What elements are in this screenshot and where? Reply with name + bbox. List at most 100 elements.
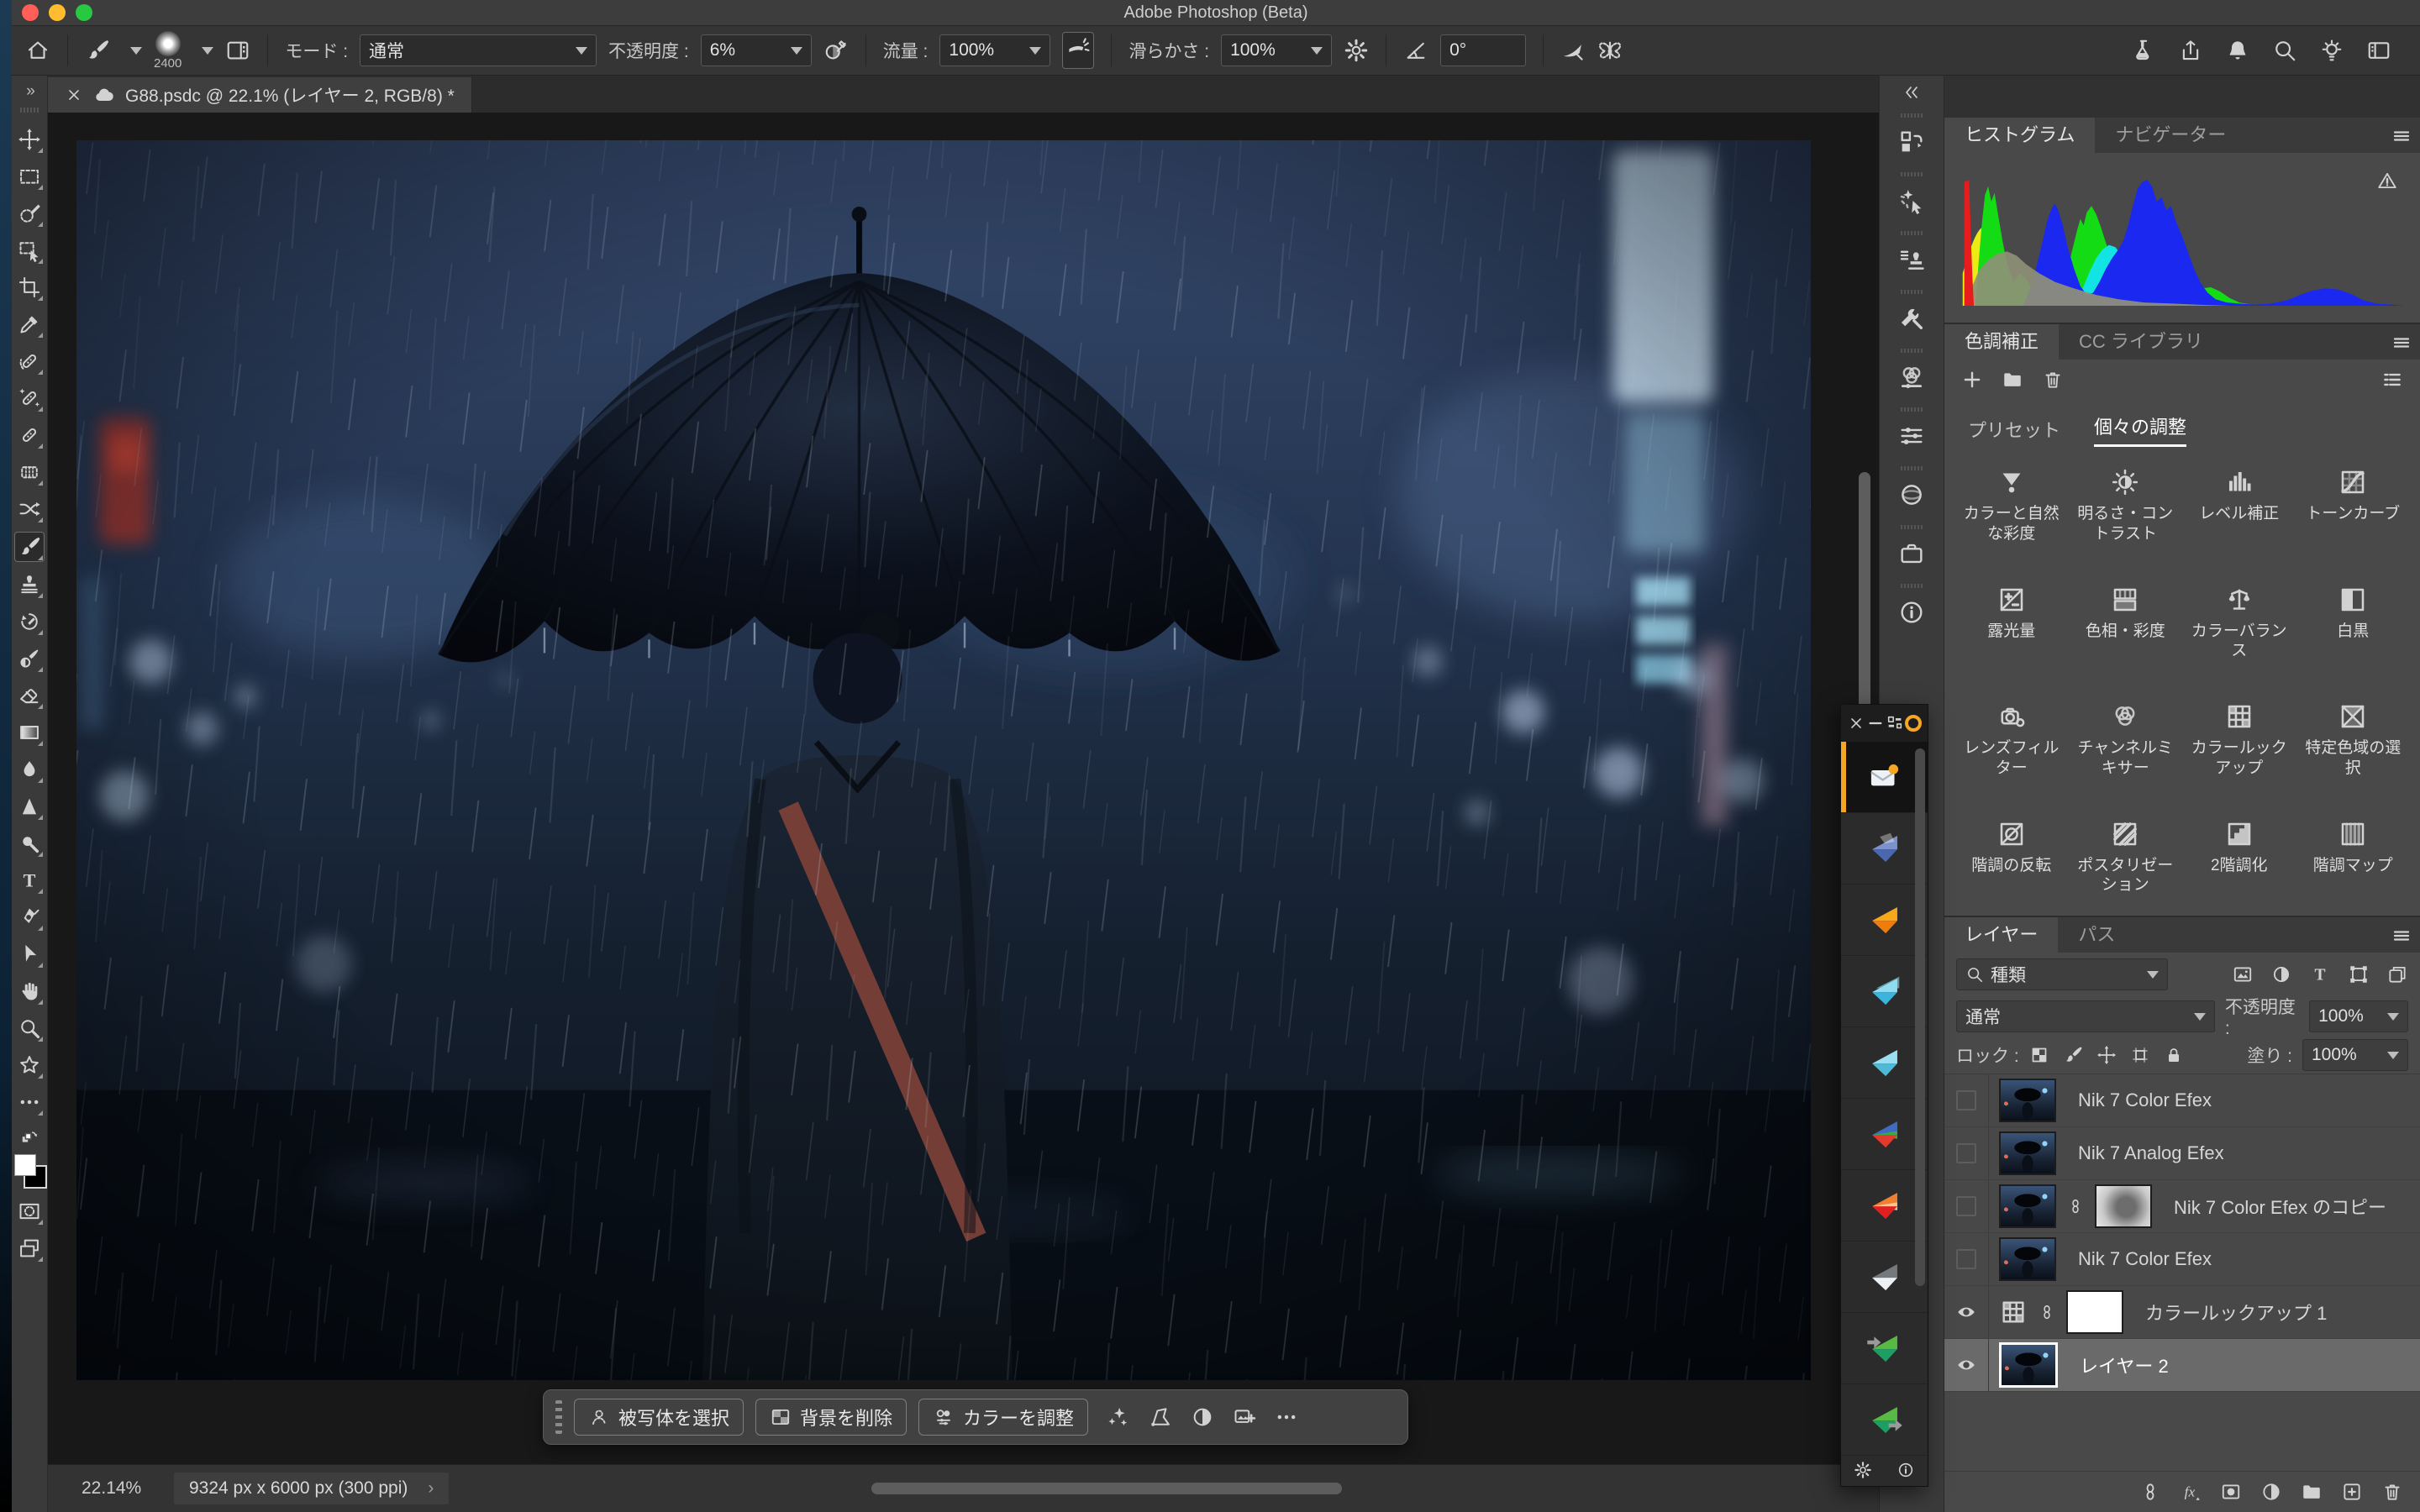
layer-mask-link-icon[interactable] [2066,1197,2085,1215]
layer-row-3[interactable]: Nik 7 Color Efex [1944,1233,2420,1286]
list-view-icon[interactable] [2381,369,2403,391]
layer-name[interactable]: Nik 7 Analog Efex [2078,1142,2224,1164]
tools-grip[interactable] [20,108,39,113]
nik-preferences-icon[interactable] [1854,1461,1872,1479]
adjustment-item-13[interactable]: ポスタリゼーション [2069,819,2183,916]
zoom-tool[interactable] [15,1014,44,1042]
opacity-select[interactable]: 6% [701,34,812,66]
gradient-tool[interactable] [15,718,44,747]
custom-shape-tool[interactable] [15,1051,44,1079]
lightbulb-icon[interactable] [2319,38,2344,63]
layer-opacity-select[interactable]: 100% [2309,1000,2408,1032]
move-tool[interactable] [15,125,44,154]
tab-histogram[interactable]: ヒストグラム [1944,118,2095,153]
histogram-warning-icon[interactable] [2376,170,2398,192]
tool-preset-chevron-icon[interactable] [130,47,142,55]
tab-paths[interactable]: パス [2058,917,2135,953]
nik-help-icon[interactable] [1897,1461,1915,1479]
layer-name[interactable]: Nik 7 Color Efex [2078,1089,2212,1111]
adjustments-icon[interactable] [1191,1405,1214,1429]
adjustment-item-5[interactable]: 色相・彩度 [2069,585,2183,682]
ai-tools-panel-icon[interactable] [1891,181,1932,220]
add-image-icon[interactable] [1233,1405,1256,1429]
layer-visibility-toggle[interactable] [1944,1233,1989,1285]
layer-thumbnail[interactable] [1999,1237,2056,1281]
nik-presharpener-icon[interactable] [1841,1313,1928,1384]
layer-row-0[interactable]: Nik 7 Color Efex [1944,1074,2420,1127]
layer-thumbnail[interactable] [1999,1131,2056,1175]
taskbar-drag-handle[interactable] [555,1400,562,1434]
remove-background-button[interactable]: 背景を削除 [755,1399,907,1436]
collapse-panels-icon[interactable] [1902,82,1922,102]
expand-tools-icon[interactable]: » [26,81,33,104]
layer-name[interactable]: カラールックアップ 1 [2145,1299,2327,1326]
eraser-tool[interactable] [15,681,44,710]
tool-preset-brush-icon[interactable] [85,38,110,63]
sharpen-tool[interactable] [15,792,44,821]
color-swatches[interactable] [14,1154,45,1188]
default-swap-colors-icon[interactable] [20,1129,39,1147]
filter-shape-layers-icon[interactable] [2348,963,2370,985]
lock-all-icon[interactable] [2164,1045,2184,1065]
pressure-size-icon[interactable] [1560,38,1586,63]
layer-visibility-eye-icon[interactable] [1944,1339,1989,1391]
nik-minimize-icon[interactable] [1866,714,1885,732]
layer-row-2[interactable]: Nik 7 Color Efex のコピー [1944,1180,2420,1233]
layer-visibility-toggle[interactable] [1944,1127,1989,1179]
generative-sparkle-icon[interactable] [1107,1405,1130,1429]
adjust-color-button[interactable]: カラーを調整 [918,1399,1088,1436]
select-subject-button[interactable]: 被写体を選択 [574,1399,744,1436]
adjustment-item-4[interactable]: 露光量 [1954,585,2069,682]
lock-pixels-icon[interactable] [2063,1045,2083,1065]
layer-style-fx-icon[interactable]: fx [2180,1481,2202,1503]
brush-settings-panel-icon[interactable] [225,38,250,63]
gradients-panel-icon[interactable] [1891,475,1932,514]
properties-panel-icon[interactable] [1891,417,1932,455]
adjustment-item-6[interactable]: カラーバランス [2182,585,2296,682]
pressure-opacity-icon[interactable] [823,38,849,63]
adjustment-item-12[interactable]: 階調の反転 [1954,819,2069,916]
nik-output-sharpener-icon[interactable] [1841,1384,1928,1456]
lock-artboard-icon[interactable] [2130,1045,2150,1065]
transform-icon[interactable] [1149,1405,1172,1429]
document-info-field[interactable]: 9324 px x 6000 px (300 ppi) › [174,1473,449,1504]
layer-row-1[interactable]: Nik 7 Analog Efex [1944,1127,2420,1180]
share-icon[interactable] [2178,38,2203,63]
dodge-tool[interactable] [15,829,44,858]
filter-pixel-layers-icon[interactable] [2232,963,2254,985]
crop-tool[interactable] [15,273,44,302]
layer-fill-select[interactable]: 100% [2302,1039,2408,1071]
add-mask-icon[interactable] [2220,1481,2242,1503]
clone-source-panel-icon[interactable] [1891,240,1932,279]
flow-select[interactable]: 100% [939,34,1050,66]
eyedropper-tool[interactable] [15,310,44,339]
horizontal-scrollbar[interactable] [871,1483,1342,1494]
layer-thumbnail[interactable] [1999,1184,2056,1228]
foreground-color-swatch[interactable] [14,1154,36,1176]
info-panel-icon[interactable] [1891,593,1932,632]
object-selection-tool[interactable] [15,236,44,265]
healing-brush-tool[interactable] [15,421,44,449]
paint-symmetry-icon[interactable] [1597,38,1623,63]
adjustment-item-15[interactable]: 階調マップ [2296,819,2411,916]
path-selection-tool[interactable] [15,940,44,969]
spot-healing-brush-tool[interactable] [15,347,44,375]
nik-close-icon[interactable] [1847,714,1865,732]
layer-visibility-toggle[interactable] [1944,1074,1989,1126]
history-brush-tool[interactable] [15,607,44,636]
beaker-icon[interactable] [2131,38,2156,63]
layer-row-5[interactable]: レイヤー 2 [1944,1339,2420,1392]
layer-row-4[interactable]: カラールックアップ 1 [1944,1286,2420,1339]
smoothing-options-gear-icon[interactable] [1344,38,1369,63]
quick-mask-button[interactable] [15,1197,44,1226]
zoom-level-field[interactable]: 22.14% [82,1478,174,1499]
type-tool[interactable]: T [15,866,44,895]
new-group-icon[interactable] [2002,369,2023,391]
adjustment-item-10[interactable]: カラールックアップ [2182,701,2296,799]
brush-picker-chevron-icon[interactable] [202,47,213,55]
layer-visibility-toggle[interactable] [1944,1180,1989,1232]
brush-size-picker[interactable]: 2400 [154,31,182,70]
smoothing-select[interactable]: 100% [1221,34,1332,66]
brush-tool[interactable] [14,532,45,562]
adjustment-item-1[interactable]: 明るさ・コントラスト [2069,467,2183,564]
